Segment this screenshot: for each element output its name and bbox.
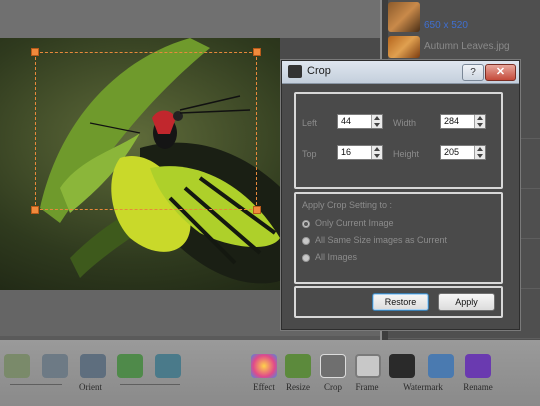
frame-icon[interactable]: [355, 354, 381, 378]
resize-icon[interactable]: [285, 354, 311, 378]
crop-dialog: Crop ? ✕ Left 44 Width 284 Top 16 Height…: [281, 60, 520, 330]
apply-setting-title: Apply Crop Setting to :: [302, 200, 393, 210]
height-label: Height: [393, 149, 420, 159]
crop-label: Crop: [324, 382, 342, 392]
spinner-arrows[interactable]: [474, 115, 485, 128]
orient-label: Orient: [79, 382, 102, 392]
radio-unselected[interactable]: [302, 236, 310, 245]
apply-setting-group: Apply Crop Setting to : Only Current Ima…: [294, 192, 503, 284]
left-spinner[interactable]: 44: [337, 114, 383, 129]
radio-selected[interactable]: [302, 219, 310, 228]
flip-icon[interactable]: [80, 354, 106, 378]
crop-selection[interactable]: [31, 48, 261, 214]
toolbar-separator: [10, 384, 62, 385]
rename-label: Rename: [463, 382, 493, 392]
option-only-current[interactable]: Only Current Image: [302, 218, 394, 228]
radio-unselected[interactable]: [302, 253, 310, 262]
crop-dialog-icon: [288, 65, 302, 78]
option-same-size[interactable]: All Same Size images as Current: [302, 235, 447, 245]
height-value: 205: [444, 147, 460, 157]
dialog-title-bar[interactable]: Crop ? ✕: [282, 61, 519, 84]
crop-icon[interactable]: [320, 354, 346, 378]
crop-handle-top-right[interactable]: [253, 48, 261, 56]
flip-horizontal-icon[interactable]: [117, 354, 143, 378]
watermark-label: Watermark: [403, 382, 443, 392]
thumbnail-filename: Autumn Leaves.jpg: [424, 41, 510, 52]
thumbnail-size: 650 x 520: [424, 20, 468, 31]
crop-handle-top-left[interactable]: [31, 48, 39, 56]
top-value: 16: [341, 147, 352, 157]
top-label: Top: [302, 149, 317, 159]
width-label: Width: [393, 118, 417, 128]
crop-values-group: Left 44 Width 284 Top 16 Height 205: [294, 92, 503, 189]
resize-label: Resize: [286, 382, 310, 392]
height-spinner[interactable]: 205: [440, 145, 486, 160]
restore-button[interactable]: Restore: [372, 293, 429, 311]
thumbnail-image-autumn[interactable]: [388, 36, 420, 58]
spinner-arrows[interactable]: [371, 146, 382, 159]
thumbnail-image[interactable]: [388, 2, 420, 32]
option-all-images[interactable]: All Images: [302, 252, 357, 262]
spinner-arrows[interactable]: [371, 115, 382, 128]
left-label: Left: [302, 118, 318, 128]
width-value: 284: [444, 116, 460, 126]
apply-button[interactable]: Apply: [438, 293, 495, 311]
crop-handle-bottom-left[interactable]: [31, 206, 39, 214]
rename-icon[interactable]: [465, 354, 491, 378]
bottom-toolbar: Orient Effect Resize Crop Frame Watermar…: [0, 340, 540, 406]
dialog-buttons-group: Restore Apply: [294, 286, 503, 318]
rotate-left-icon[interactable]: [4, 354, 30, 378]
help-button[interactable]: ?: [462, 64, 484, 81]
toolbar-separator: [120, 384, 180, 385]
dialog-title: Crop: [307, 65, 331, 77]
left-value: 44: [341, 116, 352, 126]
crop-handle-bottom-right[interactable]: [253, 206, 261, 214]
effect-label: Effect: [253, 382, 275, 392]
spinner-arrows[interactable]: [474, 146, 485, 159]
flip-vertical-icon[interactable]: [155, 354, 181, 378]
effect-icon[interactable]: [251, 354, 277, 378]
text-icon[interactable]: [428, 354, 454, 378]
camera-icon[interactable]: [389, 354, 415, 378]
frame-label: Frame: [355, 382, 379, 392]
editor-top-bar: [0, 0, 380, 38]
width-spinner[interactable]: 284: [440, 114, 486, 129]
close-button[interactable]: ✕: [485, 64, 516, 81]
top-spinner[interactable]: 16: [337, 145, 383, 160]
rotate-right-icon[interactable]: [42, 354, 68, 378]
